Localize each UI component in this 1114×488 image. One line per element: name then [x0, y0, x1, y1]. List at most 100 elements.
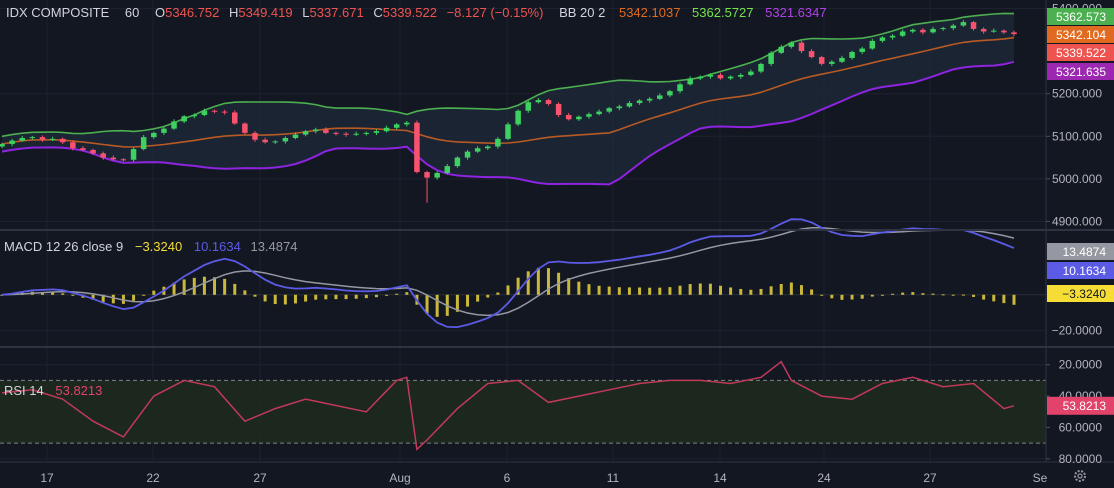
candle-body: [19, 138, 25, 141]
legend-header: IDX COMPOSITE 60 O5346.752 H5349.419 L53…: [6, 5, 827, 20]
macd-histogram-bar: [132, 294, 136, 301]
macd-signal-value: 13.4874: [250, 239, 297, 254]
candle-body: [151, 132, 157, 138]
high-label: H: [229, 5, 238, 20]
time-tick-label: 17: [40, 471, 54, 485]
macd-histogram-bar: [304, 294, 308, 302]
macd-histogram-bar: [729, 287, 733, 295]
macd-histogram-bar: [627, 287, 631, 295]
macd-histogram-bar: [526, 271, 530, 295]
price-value-tag: 5339.522: [1047, 44, 1114, 61]
macd-histogram-bar: [739, 288, 743, 295]
candle-body: [495, 138, 501, 147]
macd-histogram-bar: [648, 287, 652, 295]
candle: [505, 122, 511, 141]
candle-body: [201, 110, 208, 115]
macd-axis-tick-label: −20.0000: [1052, 324, 1103, 338]
open-label: O: [155, 5, 165, 20]
macd-histogram-bar: [385, 294, 389, 296]
price-axis-tick-label: 5100.000: [1052, 129, 1102, 143]
candle-body: [899, 31, 906, 36]
rsi-axis-tick-label: 20.0000: [1059, 358, 1103, 372]
candle-body: [505, 124, 511, 139]
high-value: 5349.419: [238, 5, 292, 20]
macd-histogram-bar: [638, 287, 642, 295]
macd-hist-value: −3.3240: [135, 239, 182, 254]
candle-body: [879, 37, 886, 41]
candle-body: [140, 137, 147, 150]
macd-histogram-bar: [749, 289, 753, 295]
price-axis-tick-label: 5000.000: [1052, 172, 1102, 186]
macd-histogram-bar: [992, 294, 996, 302]
candle-body: [120, 159, 127, 161]
candle-body: [434, 172, 440, 178]
candle-body: [535, 100, 542, 103]
price-axis-tick-label: 5200.000: [1052, 87, 1102, 101]
chart-root: 5400.0005200.0005100.0005000.0004900.000…: [0, 0, 1114, 488]
macd-histogram-bar: [698, 283, 702, 295]
price-tag-text: 5339.522: [1056, 46, 1106, 60]
macd-histogram-bar: [789, 282, 793, 295]
macd-histogram-bar: [941, 294, 945, 296]
rsi-tag-text: 53.8213: [1063, 399, 1107, 413]
candle-body: [657, 95, 663, 99]
candle-body: [980, 28, 987, 32]
close-value: 5339.522: [383, 5, 437, 20]
macd-histogram-bar: [951, 294, 955, 296]
macd-histogram-bar: [263, 294, 267, 302]
candle-body: [808, 51, 815, 58]
candle-body: [29, 137, 36, 139]
macd-histogram-bar: [931, 293, 935, 295]
price-axis-tick-label: 4900.000: [1052, 214, 1102, 228]
candle-body: [636, 100, 643, 104]
bb-label: BB 20 2: [559, 5, 605, 20]
candle: [242, 122, 248, 135]
price-value-tag: 5321.635: [1047, 63, 1114, 80]
time-tick-label: 27: [253, 471, 267, 485]
time-tick-label: 24: [817, 471, 831, 485]
macd-histogram-bar: [233, 283, 237, 295]
candle-body: [323, 129, 329, 133]
macd-histogram-bar: [880, 294, 884, 296]
candle-body: [839, 57, 845, 62]
low-value: 5337.671: [309, 5, 363, 20]
candle-body: [485, 146, 491, 149]
macd-histogram-bar: [820, 294, 824, 296]
macd-histogram-bar: [921, 293, 925, 295]
candle-body: [849, 51, 855, 58]
macd-histogram-bar: [577, 281, 581, 295]
macd-histogram-bar: [466, 294, 470, 307]
macd-histogram-bar: [425, 294, 429, 314]
macd-histogram-bar: [546, 268, 550, 295]
rsi-axis-tick-label: 60.0000: [1059, 420, 1103, 434]
macd-histogram-bar: [273, 294, 277, 305]
open-value: 5346.752: [165, 5, 219, 20]
macd-histogram-bar: [567, 278, 571, 295]
candle-body: [727, 76, 734, 79]
macd-histogram-bar: [536, 267, 540, 295]
candle-body: [646, 98, 653, 101]
candle-body: [282, 138, 289, 142]
settings-button[interactable]: [1050, 465, 1114, 488]
macd-histogram-bar: [1002, 294, 1006, 304]
candle-body: [555, 103, 562, 115]
candle-body: [383, 127, 390, 132]
macd-histogram-bar: [324, 294, 328, 300]
low-label: L: [302, 5, 309, 20]
candle-body: [818, 57, 825, 64]
candle: [414, 120, 420, 174]
macd-histogram-bar: [779, 283, 783, 295]
macd-histogram-bar: [334, 294, 338, 300]
candle-body: [161, 128, 167, 133]
time-tick-label: Aug: [389, 471, 410, 485]
close-label: C: [373, 5, 382, 20]
candle-body: [272, 141, 278, 143]
bb-upper-value: 5362.5727: [692, 5, 753, 20]
candle: [454, 156, 461, 168]
candle-body: [181, 116, 187, 122]
candle-body: [424, 172, 430, 178]
candle-body: [49, 138, 56, 140]
macd-histogram-bar: [810, 289, 814, 295]
candle-body: [991, 30, 997, 32]
candle-body: [940, 28, 946, 30]
